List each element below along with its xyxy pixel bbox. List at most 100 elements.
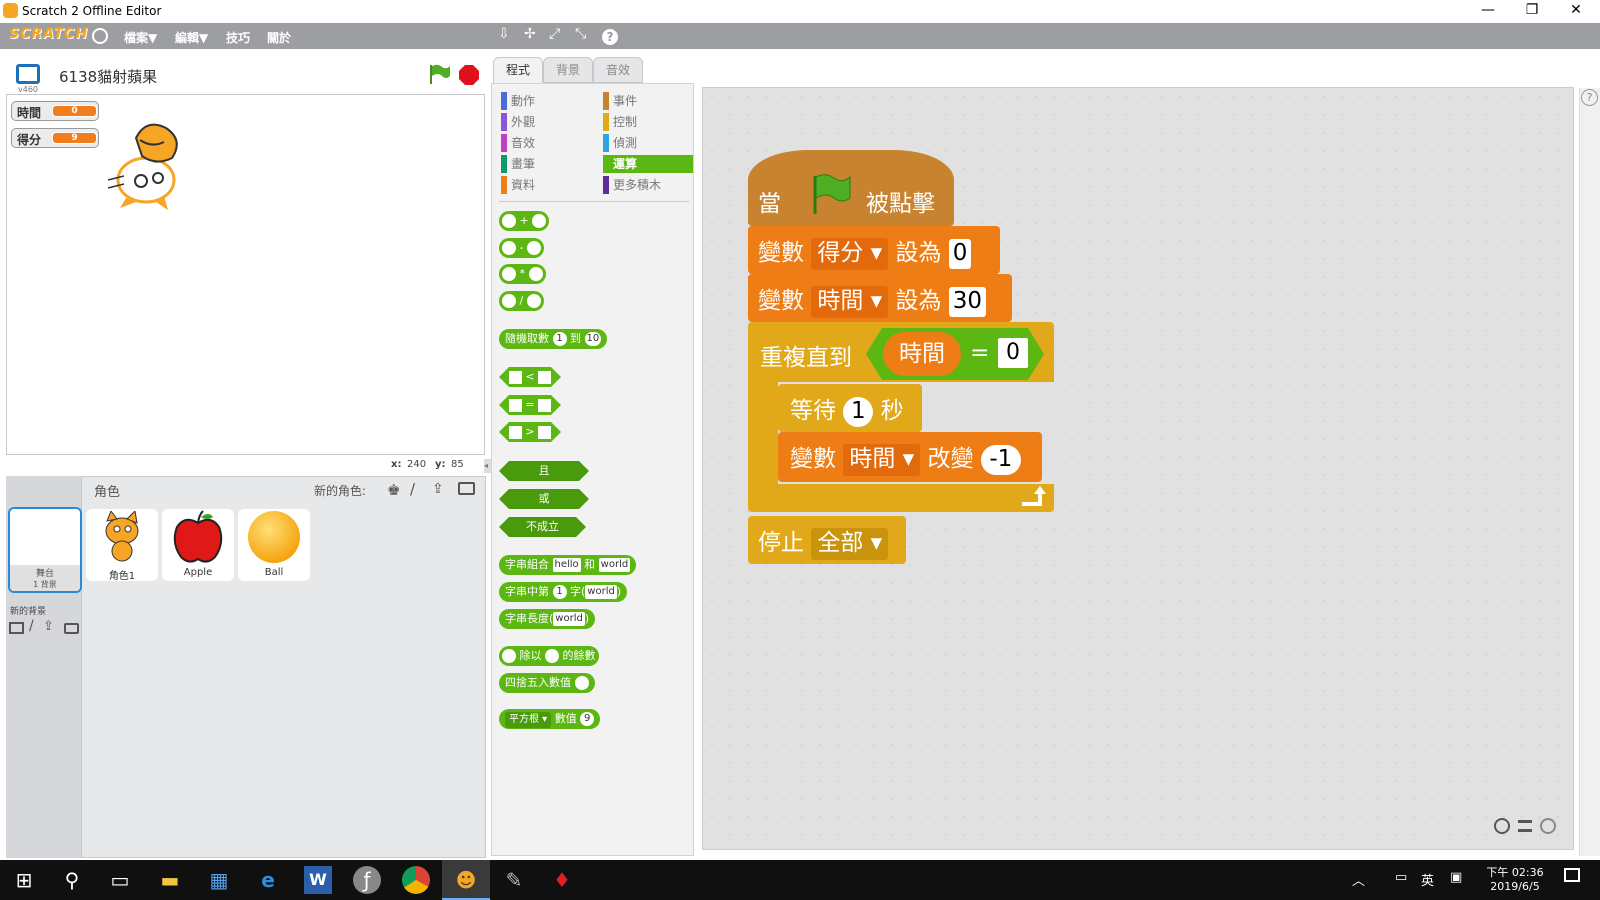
block-random[interactable]: 隨機取數 1 到 10 — [499, 329, 608, 349]
grow-tool-icon[interactable]: ⤢ — [549, 26, 560, 42]
block-letter-of[interactable]: 字串中第 1 字(world) — [499, 582, 628, 602]
block-stop[interactable]: 停止 全部 ▾ — [748, 516, 906, 564]
store-icon[interactable]: ▦ — [205, 866, 233, 894]
category-sound[interactable]: 音效 — [501, 134, 535, 152]
menu-about[interactable]: 關於 — [267, 29, 291, 46]
cat-sprite[interactable] — [106, 118, 184, 210]
category-looks[interactable]: 外觀 — [501, 113, 535, 131]
block-mod[interactable]: 除以 的餘數 — [499, 646, 599, 666]
scratch-logo[interactable]: SCRATCH — [9, 26, 88, 46]
time-reporter[interactable]: 時間 — [883, 332, 961, 376]
block-when-flag-clicked[interactable]: 當 被點擊 — [748, 150, 954, 226]
ime-mode-icon[interactable]: ▣ — [1450, 870, 1462, 885]
scratch-taskbar-icon[interactable]: ☻ — [452, 866, 480, 894]
clock-date[interactable]: 2019/6/5 — [1480, 880, 1550, 893]
tab-scripts[interactable]: 程式 — [493, 57, 543, 83]
zoom-out-icon[interactable] — [1494, 818, 1510, 834]
block-greater-than[interactable]: > — [499, 422, 561, 442]
block-join[interactable]: 字串組合 hello 和 world — [499, 555, 637, 575]
app-icon[interactable]: ♦ — [548, 866, 576, 894]
tab-backdrops[interactable]: 背景 — [543, 57, 593, 83]
delete-tool-icon[interactable]: ✢ — [524, 26, 536, 42]
sprite-thumb-cat[interactable]: 角色1 — [86, 509, 158, 582]
block-equals[interactable]: = — [499, 395, 561, 415]
stage-canvas[interactable] — [6, 94, 485, 455]
block-set-score[interactable]: 變數 得分 ▾ 設為 0 — [748, 226, 1000, 274]
block-set-time[interactable]: 變數 時間 ▾ 設為 30 — [748, 274, 1012, 322]
category-control[interactable]: 控制 — [603, 113, 693, 131]
block-add[interactable]: + — [499, 211, 550, 231]
camera-icon[interactable] — [458, 482, 475, 495]
globe-icon[interactable] — [92, 28, 108, 44]
clock-time[interactable]: 下午 02:36 — [1480, 864, 1550, 880]
category-sensing[interactable]: 偵測 — [603, 134, 693, 152]
category-pen[interactable]: 畫筆 — [501, 155, 535, 173]
block-divide[interactable]: / — [499, 291, 544, 311]
green-flag-icon[interactable] — [428, 63, 452, 85]
backdrop-paint-icon[interactable]: / — [29, 618, 34, 634]
stop-sign-icon[interactable] — [458, 64, 480, 86]
mouse-x-label: x: — [391, 459, 402, 470]
category-more-blocks[interactable]: 更多積木 — [603, 176, 693, 194]
tray-chevron-icon[interactable]: ︿ — [1352, 870, 1365, 889]
block-length-of[interactable]: 字串長度(world) — [499, 609, 596, 629]
menu-edit[interactable]: 編輯▼ — [175, 29, 208, 46]
menu-file[interactable]: 檔案▼ — [124, 29, 157, 46]
word-icon[interactable]: W — [304, 866, 332, 894]
block-or[interactable]: 或 — [499, 489, 589, 509]
upload-icon[interactable]: ⇪ — [432, 481, 444, 497]
scrollbar[interactable] — [1579, 88, 1600, 856]
block-not[interactable]: 不成立 — [499, 517, 586, 537]
network-icon[interactable]: ▭ — [1395, 870, 1407, 885]
flash-icon[interactable]: ƒ — [353, 866, 381, 894]
chrome-icon[interactable] — [402, 866, 430, 894]
file-explorer-icon[interactable]: ▬ — [156, 866, 184, 894]
project-title-input[interactable]: 6138貓射蘋果 — [59, 66, 157, 87]
zoom-reset-icon[interactable] — [1518, 820, 1532, 832]
wait-input[interactable]: 1 — [843, 396, 874, 427]
paint-brush-icon[interactable]: / — [410, 480, 415, 498]
block-less-than[interactable]: < — [499, 367, 561, 387]
close-button[interactable]: ✕ — [1556, 2, 1596, 18]
backdrop-camera-icon[interactable] — [64, 623, 79, 634]
ie-icon[interactable]: e — [254, 866, 282, 894]
value-input[interactable]: 0 — [948, 238, 972, 269]
windows-start-icon[interactable]: ⊞ — [10, 866, 38, 894]
compare-value-input[interactable]: 0 — [998, 338, 1028, 368]
ime-indicator[interactable]: 英 — [1421, 870, 1434, 889]
category-motion[interactable]: 動作 — [501, 92, 535, 110]
sprite-library-icon[interactable]: ♚ — [387, 481, 400, 499]
task-view-icon[interactable]: ▭ — [106, 866, 134, 894]
backdrop-upload-icon[interactable]: ⇪ — [43, 619, 54, 634]
block-subtract[interactable]: - — [499, 238, 544, 258]
tab-sounds[interactable]: 音效 — [593, 57, 643, 83]
fullscreen-icon[interactable] — [16, 64, 40, 84]
category-events[interactable]: 事件 — [603, 92, 693, 110]
category-operators[interactable]: 運算 — [603, 155, 693, 173]
notification-icon[interactable] — [1564, 868, 1580, 882]
change-input[interactable]: -1 — [980, 444, 1021, 475]
stage-thumbnail[interactable]: 舞台 1 背景 — [8, 507, 82, 593]
block-change-time[interactable]: 變數 時間 ▾ 改變 -1 — [778, 432, 1042, 482]
block-round[interactable]: 四捨五入數值 — [499, 673, 595, 693]
block-wait[interactable]: 等待 1 秒 — [778, 384, 922, 432]
help-tool-icon[interactable]: ? — [602, 29, 618, 45]
repeat-label: 重複直到 — [760, 345, 852, 371]
block-multiply[interactable]: * — [499, 264, 546, 284]
backdrop-library-icon[interactable] — [9, 622, 24, 634]
search-icon[interactable]: ⚲ — [58, 866, 86, 894]
block-math-function[interactable]: 平方根 ▾ 數值 9 — [499, 709, 601, 729]
shrink-tool-icon[interactable]: ⤡ — [575, 26, 586, 42]
minimize-button[interactable]: — — [1468, 2, 1508, 18]
zoom-in-icon[interactable] — [1540, 818, 1556, 834]
menu-tips[interactable]: 技巧 — [226, 29, 250, 46]
block-and[interactable]: 且 — [499, 461, 589, 481]
restore-button[interactable]: ❐ — [1512, 2, 1552, 18]
paint-app-icon[interactable]: ✎ — [500, 866, 528, 894]
help-icon[interactable]: ? — [1581, 89, 1598, 106]
category-data[interactable]: 資料 — [501, 176, 535, 194]
sprite-thumb-apple[interactable]: Apple — [162, 509, 234, 581]
value-input[interactable]: 30 — [948, 286, 987, 317]
duplicate-tool-icon[interactable]: ⇩ — [498, 26, 510, 42]
sprite-thumb-ball[interactable]: Ball — [238, 509, 310, 581]
